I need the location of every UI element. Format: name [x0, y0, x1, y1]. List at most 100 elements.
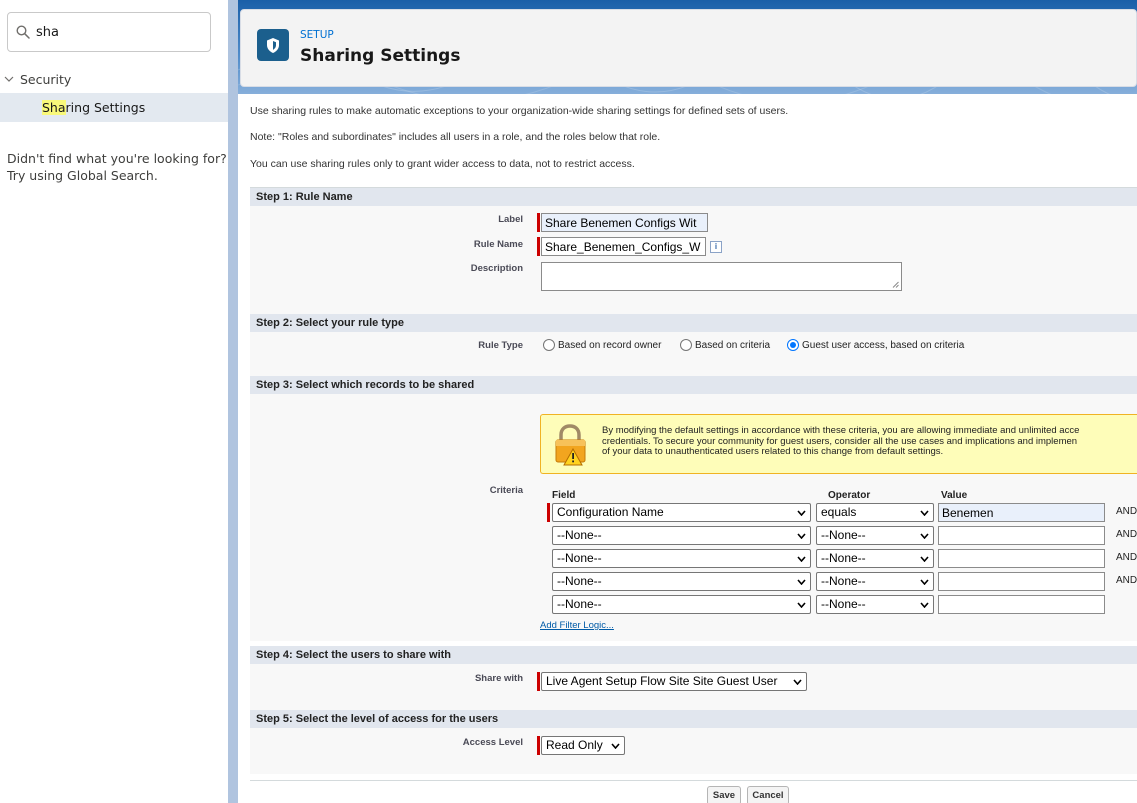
- share-with-label: Share with: [474, 673, 523, 684]
- intro-text: Use sharing rules to make automatic exce…: [250, 105, 789, 117]
- tree-node-label: Security: [20, 71, 72, 87]
- search-icon: [16, 25, 30, 39]
- rule-name-input[interactable]: [541, 237, 706, 256]
- add-filter-logic-link[interactable]: Add Filter Logic...: [540, 620, 614, 631]
- intro-text: Note: "Roles and subordinates" includes …: [250, 131, 661, 143]
- form-footer: Save Cancel: [250, 780, 1137, 803]
- required-indicator: [537, 672, 540, 691]
- select-value: --None--: [557, 528, 602, 542]
- criteria-field-select[interactable]: Configuration Name: [552, 503, 811, 522]
- criteria-value-input[interactable]: [938, 572, 1105, 591]
- section-body-step2: Rule Type Based on record owner Based on…: [250, 332, 1137, 376]
- chevron-down-icon: [797, 533, 806, 539]
- section-header-step1: Step 1: Rule Name: [250, 188, 1137, 206]
- chevron-down-icon: [920, 510, 929, 516]
- resize-handle-icon[interactable]: [892, 281, 899, 288]
- radio-option-criteria[interactable]: Based on criteria: [680, 339, 770, 351]
- access-level-select[interactable]: Read Only: [541, 736, 625, 755]
- criteria-value-input[interactable]: [938, 549, 1105, 568]
- not-found-line: Try using Global Search.: [7, 168, 158, 183]
- shield-icon: [257, 29, 289, 61]
- criteria-field-select[interactable]: --None--: [552, 549, 811, 568]
- lock-warning-icon: [555, 424, 586, 466]
- radio-option-guest-user[interactable]: Guest user access, based on criteria: [787, 339, 964, 351]
- page-content: Use sharing rules to make automatic exce…: [238, 94, 1137, 803]
- header-eyebrow: SETUP: [300, 29, 334, 41]
- criteria-field-select[interactable]: --None--: [552, 526, 811, 545]
- label-input[interactable]: [541, 213, 708, 232]
- chevron-down-icon: [797, 556, 806, 562]
- access-level-label: Access Level: [462, 737, 523, 748]
- criteria-field-select[interactable]: --None--: [552, 572, 811, 591]
- select-value: equals: [821, 505, 857, 519]
- criteria-operator-select[interactable]: --None--: [816, 526, 934, 545]
- page-title: Sharing Settings: [300, 46, 461, 66]
- criteria-operator-select[interactable]: --None--: [816, 595, 934, 614]
- main-panel: SETUP Sharing Settings Use sharing rules…: [238, 0, 1137, 803]
- radio-label: Based on criteria: [695, 339, 771, 351]
- chevron-down-icon: [797, 602, 806, 608]
- radio-label: Based on record owner: [558, 339, 662, 351]
- select-value: --None--: [557, 597, 602, 611]
- radio-option-record-owner[interactable]: Based on record owner: [543, 339, 661, 351]
- section-header-step4: Step 4: Select the users to share with: [250, 646, 1137, 664]
- sharing-rule-form: Step 1: Rule Name Label Rule Name i Desc…: [250, 187, 1137, 803]
- save-button[interactable]: Save: [707, 786, 741, 803]
- warning-text: By modifying the default settings in acc…: [602, 425, 1137, 458]
- criteria-operator-select[interactable]: equals: [816, 503, 934, 522]
- info-icon[interactable]: i: [710, 241, 722, 253]
- section-body-step1: Label Rule Name i Description: [250, 206, 1137, 314]
- radio-label: Guest user access, based on criteria: [802, 339, 965, 351]
- and-connector: AND: [1116, 552, 1137, 563]
- tree-item-sharing-settings[interactable]: Sha ring Settings: [0, 93, 228, 122]
- required-indicator: [537, 736, 540, 755]
- search-match-highlight: Sha: [42, 100, 66, 115]
- section-body-step3: By modifying the default settings in acc…: [250, 394, 1137, 641]
- warning-line: By modifying the default settings in acc…: [602, 425, 1080, 436]
- select-value: --None--: [821, 574, 866, 588]
- radio-button[interactable]: [543, 339, 555, 351]
- setup-sidebar: Security Sharing Settings Didn't find wh…: [0, 0, 228, 803]
- select-value: --None--: [821, 528, 866, 542]
- chevron-down-icon: [920, 579, 929, 585]
- criteria-value-input[interactable]: [938, 503, 1105, 522]
- criteria-operator-select[interactable]: --None--: [816, 572, 934, 591]
- section-body-step5: Access Level Read Only: [250, 728, 1137, 774]
- not-found-message: Didn't find what you're looking for? Try…: [7, 150, 227, 184]
- select-value: --None--: [821, 551, 866, 565]
- chevron-down-icon: [611, 743, 620, 749]
- chevron-down-icon: [797, 579, 806, 585]
- column-header-field: Field: [552, 490, 576, 501]
- radio-button-selected[interactable]: [787, 339, 799, 351]
- section-header-step2: Step 2: Select your rule type: [250, 314, 1137, 332]
- label-field-label: Label: [498, 214, 523, 225]
- share-with-select[interactable]: Live Agent Setup Flow Site Site Guest Us…: [541, 672, 807, 691]
- criteria-value-input[interactable]: [938, 526, 1105, 545]
- select-value: Live Agent Setup Flow Site Site Guest Us…: [546, 674, 778, 688]
- column-header-value: Value: [941, 490, 968, 501]
- select-value: --None--: [821, 597, 866, 611]
- and-connector: AND: [1116, 529, 1137, 540]
- criteria-field-select[interactable]: --None--: [552, 595, 811, 614]
- select-value: Configuration Name: [557, 505, 664, 519]
- tree-node-security[interactable]: Security: [0, 68, 228, 90]
- and-connector: AND: [1116, 575, 1137, 586]
- description-textarea[interactable]: [541, 262, 902, 291]
- chevron-down-icon: [920, 602, 929, 608]
- chevron-down-icon[interactable]: [4, 75, 14, 83]
- cancel-button[interactable]: Cancel: [747, 786, 789, 803]
- criteria-value-input[interactable]: [938, 595, 1105, 614]
- select-value: --None--: [557, 551, 602, 565]
- chevron-down-icon: [797, 510, 806, 516]
- criteria-operator-select[interactable]: --None--: [816, 549, 934, 568]
- select-value: --None--: [557, 574, 602, 588]
- radio-button[interactable]: [680, 339, 692, 351]
- criteria-label: Criteria: [489, 485, 523, 496]
- quick-find-input[interactable]: [36, 24, 196, 40]
- section-header-step3: Step 3: Select which records to be share…: [250, 376, 1137, 394]
- and-connector: AND: [1116, 506, 1137, 517]
- description-label: Description: [470, 263, 523, 274]
- chevron-down-icon: [793, 679, 802, 685]
- quick-find-box[interactable]: [7, 12, 211, 52]
- required-indicator: [547, 503, 550, 522]
